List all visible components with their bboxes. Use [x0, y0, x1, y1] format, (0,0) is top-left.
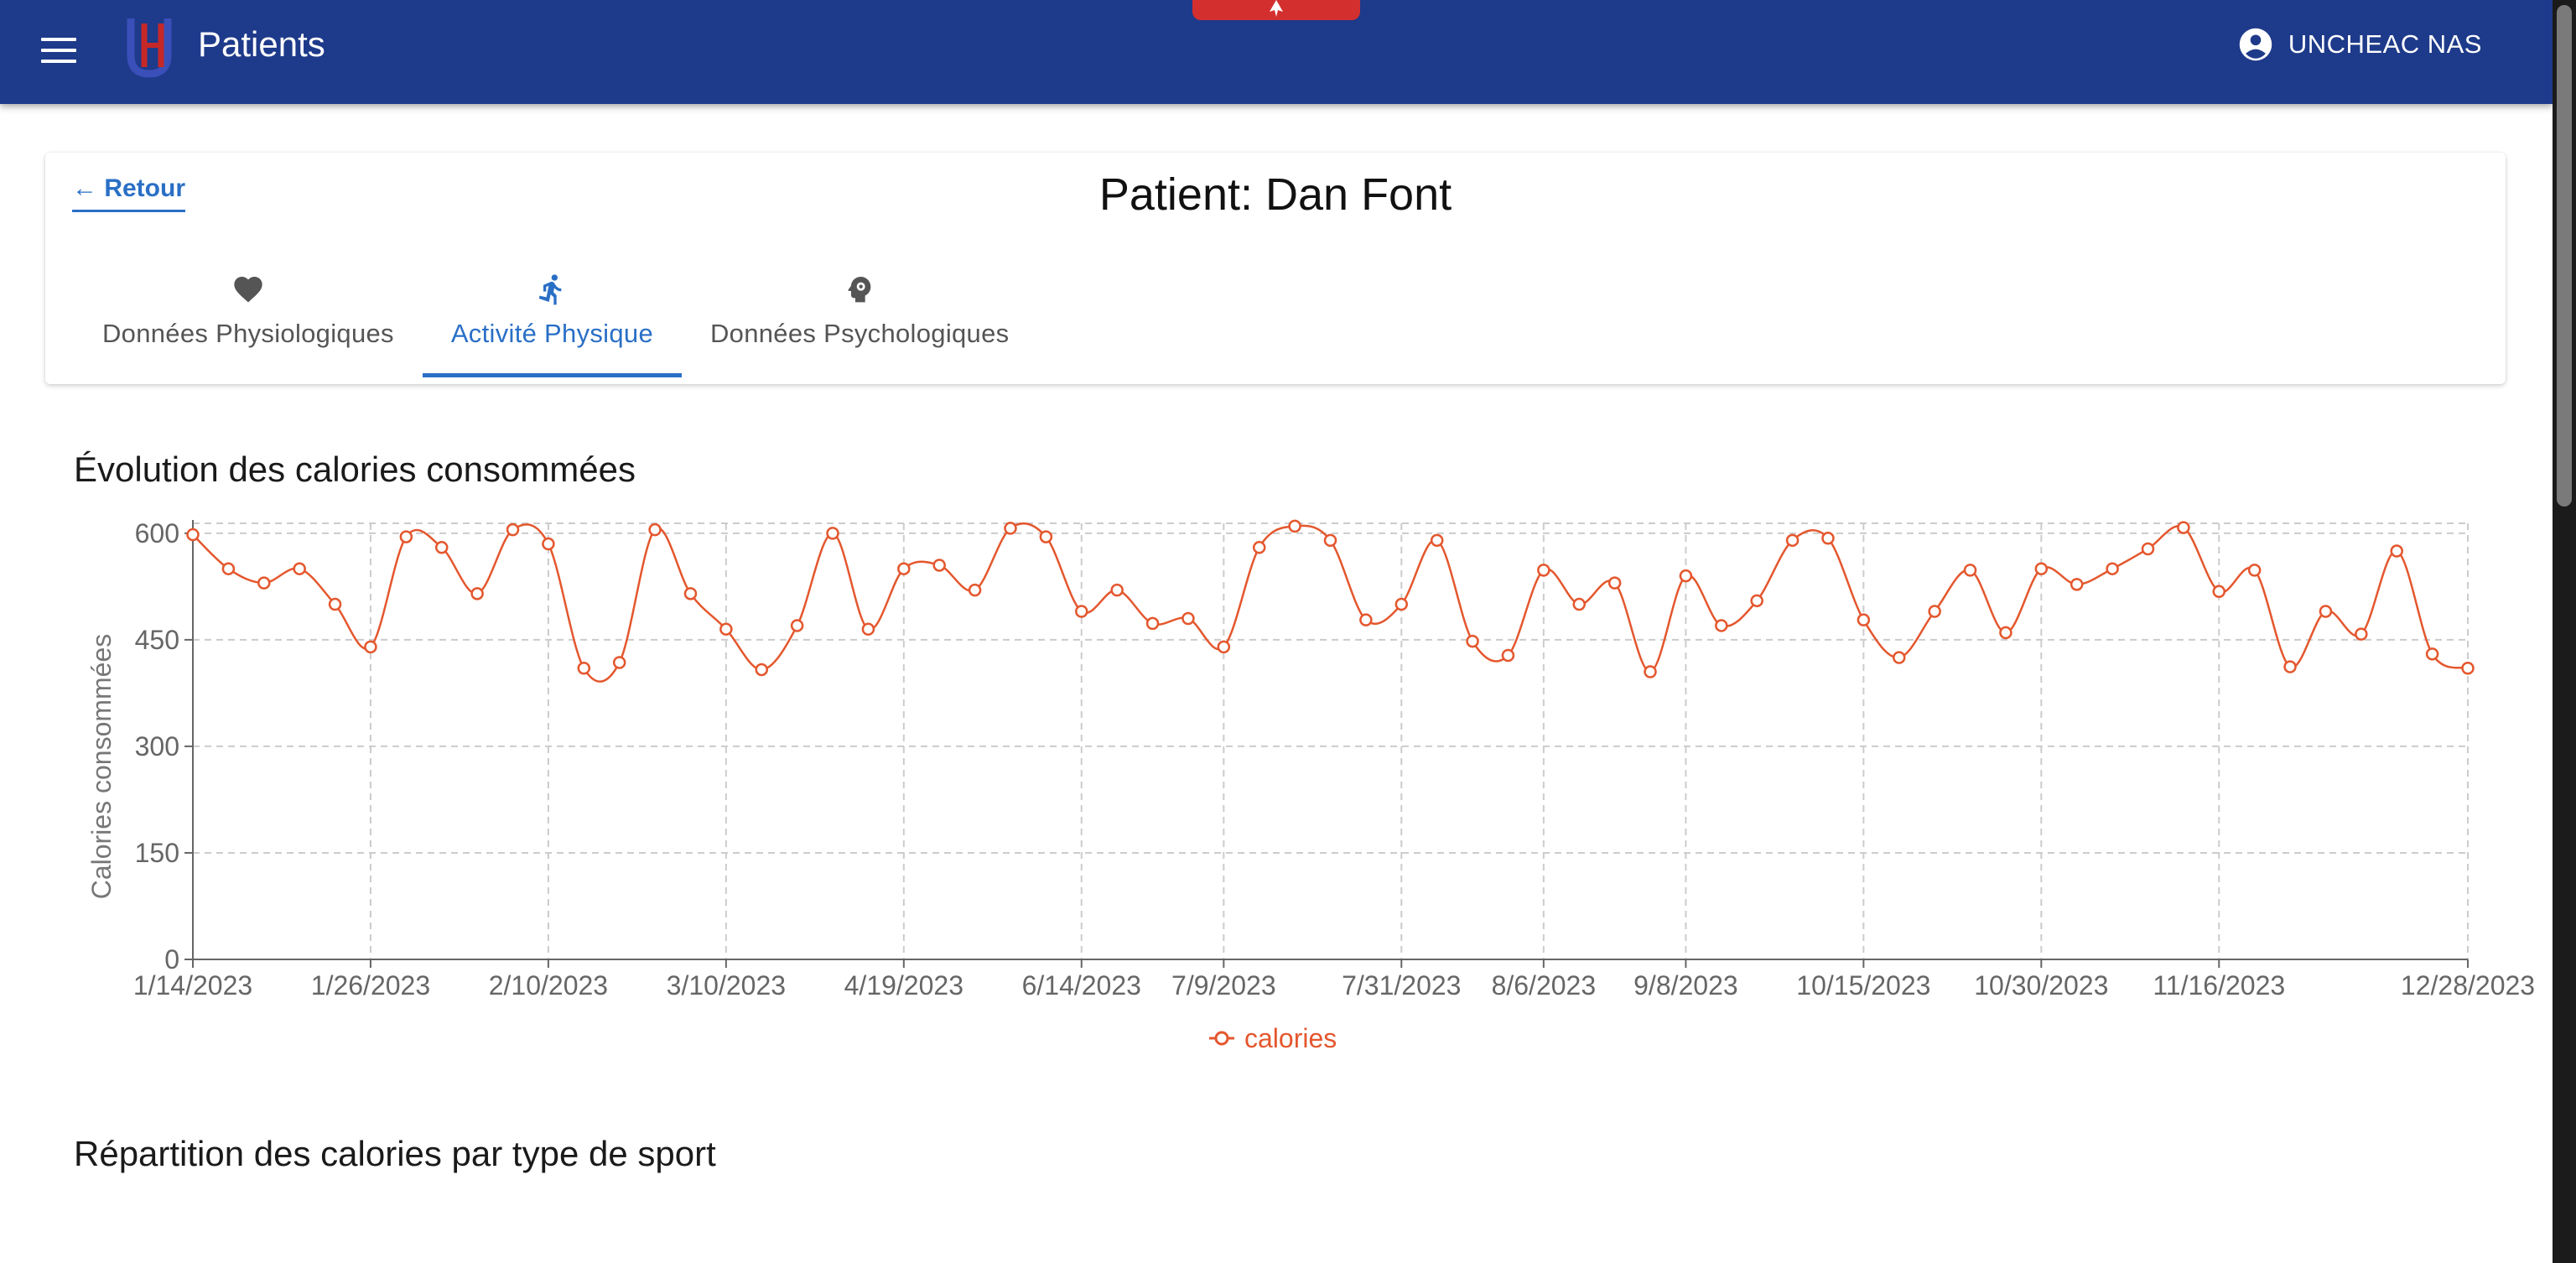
x-tick-label: 12/28/2023	[2401, 970, 2535, 1001]
data-point	[2247, 564, 2262, 577]
data-point	[1537, 564, 1550, 577]
data-point	[506, 522, 520, 537]
data-point	[364, 640, 377, 654]
data-point	[755, 663, 768, 677]
x-tick-label: 3/10/2023	[667, 970, 786, 1001]
data-point	[2034, 562, 2049, 575]
calories-series-line	[192, 522, 2469, 683]
data-point	[1288, 519, 1301, 533]
x-tick-label: 4/19/2023	[844, 970, 963, 1001]
data-point	[1857, 613, 1871, 626]
data-point	[328, 597, 342, 611]
data-point	[2355, 627, 2368, 641]
data-point	[434, 541, 449, 554]
data-point	[2106, 562, 2119, 575]
chart-series	[186, 519, 2475, 683]
data-point	[1004, 522, 1017, 535]
x-tick-label: 10/15/2023	[1796, 970, 1930, 1001]
data-point	[719, 622, 733, 636]
x-tick-label: 1/14/2023	[133, 970, 252, 1001]
data-point	[683, 587, 698, 600]
y-tick-label: 300	[135, 731, 179, 761]
x-tick-label: 6/14/2023	[1022, 970, 1141, 1001]
data-point	[1715, 619, 1728, 632]
data-point	[968, 583, 982, 597]
x-tick-label: 2/10/2023	[489, 970, 608, 1001]
data-point	[2070, 578, 2084, 591]
data-point	[1928, 605, 1941, 618]
data-point	[1607, 576, 1622, 590]
data-point	[1750, 594, 1763, 608]
data-point	[1785, 533, 1800, 548]
data-point	[1679, 569, 1693, 583]
data-point	[1999, 626, 2012, 640]
data-point	[1821, 532, 1835, 545]
chart-grid	[193, 522, 2469, 959]
data-point	[1252, 541, 1266, 554]
data-point	[826, 527, 839, 540]
x-tick-label: 7/9/2023	[1171, 970, 1276, 1001]
data-point	[861, 622, 875, 636]
data-point	[1644, 665, 1657, 678]
data-point	[1110, 583, 1124, 597]
data-point	[790, 619, 804, 632]
x-tick-label: 11/16/2023	[2153, 970, 2285, 1001]
chart-legend[interactable]: calories	[1209, 1023, 1337, 1053]
sport-section-title: Répartition des calories par type de spo…	[74, 1134, 716, 1173]
data-point	[932, 559, 946, 572]
data-point	[1572, 597, 1586, 611]
scrollbar[interactable]	[2553, 0, 2576, 1263]
data-point	[2141, 542, 2155, 556]
data-point	[1359, 613, 1373, 626]
data-point	[577, 662, 591, 675]
data-point	[1039, 530, 1053, 543]
x-tick-label: 7/31/2023	[1342, 970, 1461, 1001]
data-point	[1963, 564, 1977, 577]
data-point	[648, 522, 662, 537]
x-tick-label: 1/26/2023	[311, 970, 430, 1001]
data-point	[612, 656, 626, 669]
y-tick-label: 450	[135, 625, 179, 655]
data-point	[257, 576, 271, 590]
data-point	[221, 562, 236, 575]
x-tick-label: 9/8/2023	[1633, 970, 1738, 1001]
calories-line-chart: 01503004506001/14/2023 1/26/2023 2/10/2023…	[86, 518, 2535, 1053]
data-point	[1075, 605, 1088, 618]
data-point	[897, 562, 911, 575]
data-point	[1430, 533, 1444, 548]
data-point	[2283, 660, 2297, 673]
y-tick-label: 150	[135, 838, 179, 868]
data-point	[1501, 648, 1515, 663]
data-point	[542, 537, 555, 551]
data-point	[2390, 544, 2403, 558]
data-point	[186, 528, 200, 542]
data-point	[1323, 533, 1337, 548]
data-point	[1893, 651, 1906, 664]
data-point	[1182, 611, 1195, 626]
legend-marker-icon	[1214, 1031, 1229, 1046]
scrollbar-thumb[interactable]	[2557, 5, 2572, 507]
data-point	[293, 562, 306, 575]
data-point	[1394, 597, 1409, 611]
data-point	[2212, 585, 2226, 599]
x-tick-label: 8/6/2023	[1492, 970, 1597, 1001]
data-point	[470, 587, 484, 600]
data-point	[1145, 616, 1160, 631]
y-axis-label: Calories consommées	[86, 634, 117, 900]
data-point	[1217, 640, 1231, 654]
data-point	[2177, 521, 2190, 534]
data-point	[1466, 634, 1479, 648]
data-point	[2319, 605, 2333, 618]
chart-axes: 01503004506001/14/2023 1/26/2023 2/10/2023…	[86, 518, 2535, 1001]
x-tick-label: 10/30/2023	[1974, 970, 2108, 1001]
data-point	[2461, 662, 2475, 675]
data-point	[399, 530, 413, 543]
legend-label: calories	[1244, 1023, 1337, 1053]
y-tick-label: 600	[135, 518, 179, 548]
data-point	[2425, 647, 2439, 661]
